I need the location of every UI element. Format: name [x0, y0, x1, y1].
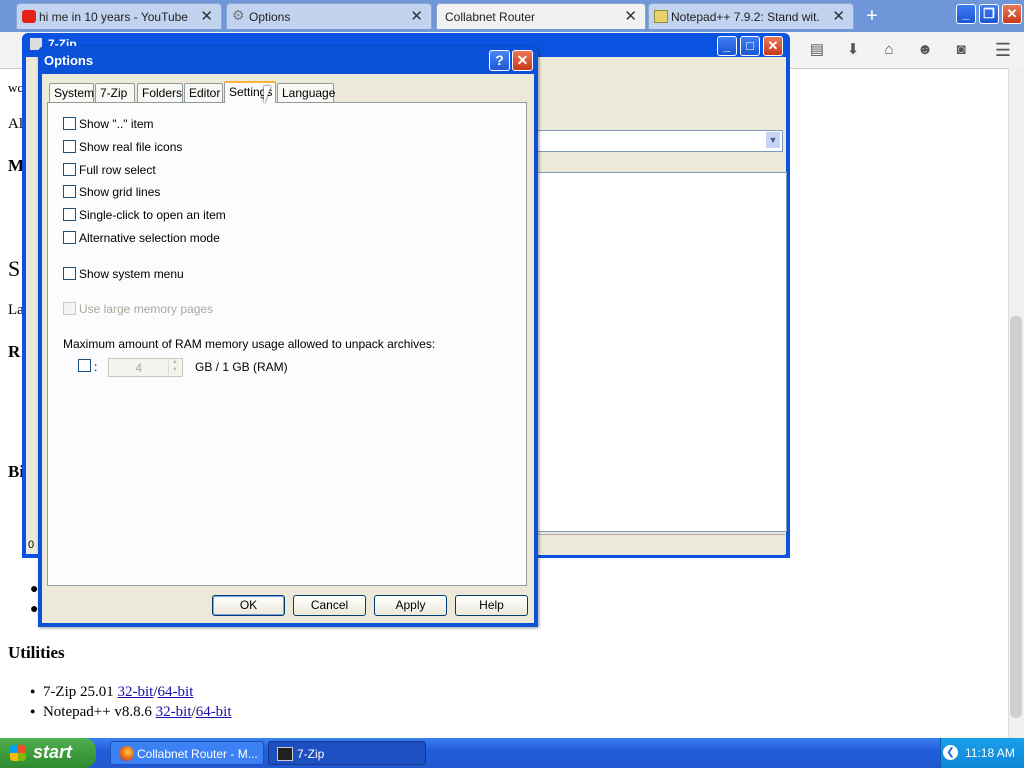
firefox-icon — [119, 746, 134, 761]
cancel-button[interactable]: Cancel — [293, 595, 366, 616]
browser-tab-notepad[interactable]: Notepad++ 7.9.2: Stand wit... ✕ — [648, 3, 854, 29]
taskbar-item-7zip[interactable]: 7-Zip — [268, 741, 426, 765]
link-32bit[interactable]: 32-bit — [118, 684, 154, 700]
windows-logo-icon — [10, 745, 26, 761]
help-button[interactable]: Help — [455, 595, 528, 616]
download-icon[interactable]: ⬇ — [844, 41, 862, 59]
large-pages-label: Use large memory pages — [79, 302, 214, 316]
ram-colon: : — [94, 360, 98, 374]
reading-list-icon[interactable]: ▤ — [808, 41, 826, 59]
7zip-icon — [277, 747, 293, 761]
browser-tab-title: Collabnet Router — [445, 10, 536, 24]
link-32bit[interactable]: 32-bit — [156, 704, 192, 720]
scrollbar-thumb[interactable] — [1010, 316, 1022, 718]
browser-tab-title: hi me in 10 years - YouTube — [39, 10, 188, 24]
ram-value-spinner: 4 ▲ ▼ — [108, 358, 183, 377]
close-icon[interactable]: ✕ — [624, 7, 637, 25]
real-icons-checkbox[interactable] — [63, 140, 76, 153]
home-icon[interactable]: ⌂ — [880, 41, 898, 59]
tab-language[interactable]: Language — [277, 83, 335, 102]
help-title-button[interactable]: ? — [489, 50, 510, 71]
7zip-address-bar[interactable]: ▼ — [537, 130, 783, 152]
close-window-button[interactable]: ✕ — [763, 36, 783, 56]
close-dialog-button[interactable]: ✕ — [512, 50, 533, 71]
system-menu-checkbox[interactable] — [63, 267, 76, 280]
single-click-checkbox[interactable] — [63, 208, 76, 221]
ram-value: 4 — [135, 361, 142, 375]
restore-button[interactable]: ❐ — [979, 4, 999, 24]
notepad-icon — [654, 10, 668, 23]
taskbar-item-label: Collabnet Router - M... — [137, 747, 258, 761]
page-fragment: R — [8, 342, 21, 361]
tab-editor[interactable]: Editor — [184, 83, 223, 102]
alt-selection-checkbox[interactable] — [63, 231, 76, 244]
alt-selection-label: Alternative selection mode — [79, 231, 220, 245]
browser-tab-title: Options — [249, 10, 291, 24]
taskbar-item-firefox[interactable]: Collabnet Router - M... — [110, 741, 264, 765]
close-icon[interactable]: ✕ — [200, 7, 213, 25]
chevron-left-icon[interactable]: ❮ — [943, 745, 958, 760]
close-icon[interactable]: ✕ — [410, 7, 423, 25]
start-button[interactable]: start — [0, 738, 96, 768]
ram-limit-checkbox[interactable] — [78, 359, 91, 372]
minimize-button[interactable]: _ — [956, 4, 976, 24]
utilities-heading: Utilities — [8, 643, 65, 662]
tab-folders[interactable]: Folders — [137, 83, 183, 102]
clock: 11:18 AM — [965, 746, 1015, 760]
item-name: Notepad++ v8.8.6 — [42, 704, 156, 720]
grid-lines-checkbox[interactable] — [63, 185, 76, 198]
page-fragment: Al — [8, 116, 23, 132]
menu-icon[interactable]: ☰ — [994, 41, 1012, 59]
browser-tab-bar: hi me in 10 years - YouTube ✕ ⚙ Options … — [0, 0, 1024, 32]
minimize-button[interactable]: _ — [717, 36, 737, 56]
large-pages-checkbox — [63, 302, 76, 315]
mouse-cursor — [264, 86, 271, 104]
browser-tab-collabnet[interactable]: Collabnet Router ✕ — [436, 3, 646, 29]
smiley-icon[interactable]: ☻ — [916, 41, 934, 59]
ram-unit-label: GB / 1 GB (RAM) — [195, 360, 288, 374]
start-label: start — [33, 742, 73, 762]
ok-button[interactable]: OK — [212, 595, 285, 616]
new-tab-button[interactable]: + — [860, 4, 884, 28]
bullet: ● — [30, 706, 36, 716]
taskbar-item-label: 7-Zip — [297, 747, 325, 761]
full-row-checkbox[interactable] — [63, 163, 76, 176]
ram-limit-label: Maximum amount of RAM memory usage allow… — [63, 337, 436, 351]
youtube-icon — [22, 10, 36, 23]
browser-tab-title: Notepad++ 7.9.2: Stand wit... — [671, 10, 819, 24]
pocket-icon[interactable]: ◙ — [952, 41, 970, 59]
maximize-button[interactable]: □ — [740, 36, 760, 56]
7zip-status-text: 0 — [28, 539, 35, 551]
dialog-title: Options — [44, 53, 94, 68]
close-window-button[interactable]: ✕ — [1002, 4, 1022, 24]
browser-tab-youtube[interactable]: hi me in 10 years - YouTube ✕ — [16, 3, 222, 29]
grid-lines-label: Show grid lines — [79, 185, 161, 199]
single-click-label: Single-click to open an item — [79, 208, 226, 222]
chevron-down-icon[interactable]: ▼ — [766, 132, 780, 148]
tab-system[interactable]: System — [49, 83, 94, 102]
gear-icon: ⚙ — [232, 7, 245, 23]
browser-tab-options[interactable]: ⚙ Options ✕ — [226, 3, 432, 29]
list-item: ● Notepad++ v8.8.6 32-bit/64-bit — [30, 704, 232, 721]
show-dotdot-checkbox[interactable] — [63, 117, 76, 130]
close-icon[interactable]: ✕ — [832, 7, 845, 25]
real-icons-label: Show real file icons — [79, 140, 183, 154]
system-tray: ❮ 11:18 AM — [940, 738, 1024, 768]
show-dotdot-label: Show ".." item — [79, 117, 154, 131]
spinner-arrows-icon: ▲ ▼ — [168, 359, 182, 376]
list-item: ● 7-Zip 25.01 32-bit/64-bit — [30, 684, 193, 701]
bullet: ● — [30, 686, 36, 696]
full-row-label: Full row select — [79, 163, 156, 177]
link-64bit[interactable]: 64-bit — [158, 684, 194, 700]
page-fragment: S — [8, 256, 21, 281]
page-fragment: wc — [8, 80, 24, 95]
system-menu-label: Show system menu — [79, 267, 184, 281]
7zip-file-list[interactable] — [537, 172, 787, 532]
tab-7zip[interactable]: 7-Zip — [95, 83, 135, 102]
link-64bit[interactable]: 64-bit — [196, 704, 232, 720]
7zip-status-bar — [537, 534, 785, 555]
item-name: 7-Zip 25.01 — [42, 684, 118, 700]
apply-button[interactable]: Apply — [374, 595, 447, 616]
